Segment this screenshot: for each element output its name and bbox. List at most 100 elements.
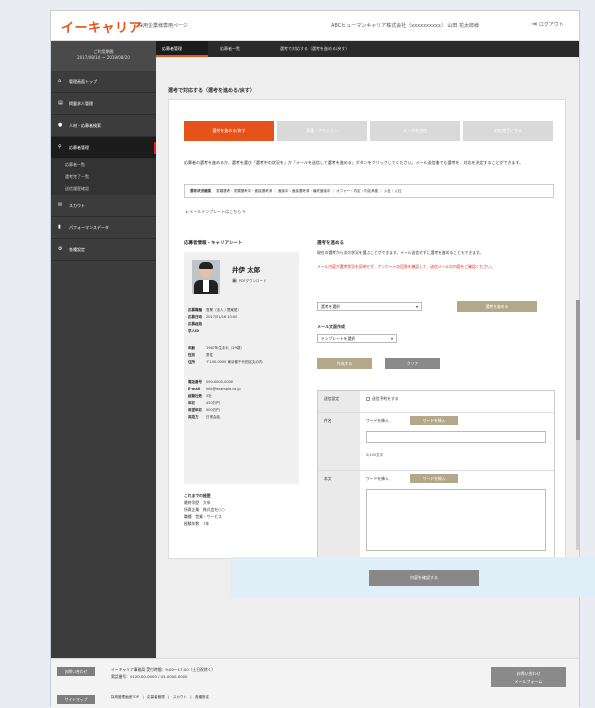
page-title: 選考で対応する（選考を進める/戻す） xyxy=(168,88,255,94)
filter-join[interactable]: 入社・入社 xyxy=(384,189,402,193)
career-row: 最終学歴 大卒 xyxy=(184,500,211,505)
applicant-profile: 応募者情報・キャリアシート 井伊 太郎 ▣ PDFダウンロード 応募職種 営業（法人… xyxy=(184,240,304,555)
contact-tag: お問い合わせ xyxy=(57,667,95,676)
contact-form-button[interactable]: お問い合わせ メールフォーム xyxy=(491,667,566,687)
sidebar-item-label: 各種設定 xyxy=(69,247,85,252)
avatar xyxy=(192,260,220,294)
profile-row: 住所 〒100-0000 東京都千代田区丸の内 xyxy=(188,360,296,365)
clear-button[interactable]: クリア xyxy=(385,358,440,369)
sidebar-item-performance[interactable]: ▮ パフォーマンスデータ xyxy=(51,217,156,239)
profile-row-value: 500万円 xyxy=(206,408,220,412)
sitemap-links[interactable]: 採用管理画面TOP | 応募者管理 | スカウト | 各種設定 xyxy=(111,695,209,700)
profile-row-key: 年収 xyxy=(188,401,195,405)
step-indicator: 選考を進める/戻す 再選・アクション メールを送信 対応完了にする xyxy=(184,121,554,141)
profile-row-key: 求人ID xyxy=(188,329,200,333)
sidebar-subitem-history[interactable]: 送信履歴確認 xyxy=(51,183,156,195)
home-icon: ⌂ xyxy=(58,78,62,84)
tab-selection[interactable]: 選考で対応する（選考を進める/戻す） xyxy=(274,41,404,57)
breadcrumb-tabs: 応募者管理 応募者一覧 選考で対応する（選考を進める/戻す） xyxy=(156,41,579,57)
tab-applicant-list[interactable]: 応募者一覧 xyxy=(214,41,266,57)
selection-form: 選考を進める 現在の選考から次の状況を選ぶことができます。メール送信せずに選考を… xyxy=(317,240,555,558)
sidebar-item-label: パフォーマンスデータ xyxy=(69,225,109,230)
step-action[interactable]: 再選・アクション xyxy=(277,121,367,141)
filter-interview[interactable]: 面接中・面接選考済・最終面接中 xyxy=(278,189,331,193)
profile-row-value: info@example.co.jp xyxy=(206,387,241,391)
site-subtitle: 採用企業様専用ページ xyxy=(138,23,188,29)
profile-row-value: 450万円 xyxy=(206,401,220,405)
form-row-label: 本文 xyxy=(318,471,360,557)
advance-stage-button[interactable]: 選考を進める xyxy=(457,301,537,312)
profile-row-value: 男性 xyxy=(206,353,213,357)
career-title: これまでの経歴 xyxy=(184,493,211,498)
sidebar-item-search[interactable]: ● 人材・応募者検索 xyxy=(51,115,156,137)
template-select-value: テンプレートを選択 xyxy=(321,336,356,341)
insert-word-button[interactable]: ワードを挿入 xyxy=(410,416,458,425)
profile-row: 応募経路 xyxy=(188,322,206,327)
step-send-mail[interactable]: メールを送信 xyxy=(370,121,460,141)
career-row: 経験年数 7年 xyxy=(184,521,210,526)
profile-row-key: 経験社数 xyxy=(188,394,202,398)
profile-row-value: 3社 xyxy=(206,394,212,398)
create-mail-button[interactable]: 作成する xyxy=(317,358,372,369)
form-title: 選考を進める xyxy=(317,241,344,246)
logout-link[interactable]: ⇥ ログアウト xyxy=(531,20,564,28)
schedule-checkbox[interactable]: 送信予約をする xyxy=(366,396,399,402)
sidebar-item-top[interactable]: ⌂ 管理画面トップ xyxy=(51,71,156,93)
profile-row-value: 090-0000-0000 xyxy=(206,380,234,384)
pdf-download-link[interactable]: ▣ PDFダウンロード xyxy=(232,278,267,284)
checkbox[interactable] xyxy=(366,397,370,401)
profile-row-key: 住所 xyxy=(188,360,195,364)
subject-input[interactable] xyxy=(366,431,546,443)
profile-row: 応募職種 営業（法人 / 提案型） xyxy=(188,308,241,313)
body-textarea[interactable] xyxy=(366,489,546,551)
insert-word-button[interactable]: ワードを挿入 xyxy=(410,474,458,483)
confirm-button[interactable]: 内容を確認する xyxy=(369,570,479,586)
top-bar: イーキャリア 採用企業様専用ページ ABCヒューマンキャリア株式会社（xxxxx… xyxy=(51,11,579,41)
sidebar-item-jobs[interactable]: ▤ 掲載求人管理 xyxy=(51,93,156,115)
profile-row-value: 日常会話 xyxy=(206,415,220,419)
profile-row: 経験社数 3社 xyxy=(188,394,212,399)
step-complete[interactable]: 対応完了にする xyxy=(463,121,553,141)
sidebar-item-settings[interactable]: ⚙ 各種設定 xyxy=(51,239,156,261)
person-icon: ⚲ xyxy=(58,144,62,150)
form-description: 現在の選考から次の状況を選ぶことができます。メール送信せずに選考を進めることもで… xyxy=(317,250,484,255)
contact-form-sublabel: メールフォーム xyxy=(514,679,543,684)
subject-word-label: ワードを挿入 xyxy=(366,418,389,423)
search-icon: ● xyxy=(58,122,63,128)
stage-select[interactable]: 選考を選択 ▾ xyxy=(317,302,422,311)
brand-logo[interactable]: イーキャリア xyxy=(61,17,142,36)
career-row: 所属企業 株式会社○○ xyxy=(184,507,225,512)
schedule-checkbox-label: 送信予約をする xyxy=(372,396,399,401)
sidebar-item-label: 管理画面トップ xyxy=(69,79,97,84)
sidebar-item-label: 応募者管理 xyxy=(69,145,89,150)
sidebar-subitem-completed[interactable]: 選考完了一覧 xyxy=(51,171,156,183)
sidebar-item-applicants[interactable]: ⚲ 応募者管理 xyxy=(51,137,162,159)
sidebar-subitem-list[interactable]: 応募者一覧 xyxy=(51,159,156,171)
mail-template-link[interactable]: ▸ メールテンプレートはこちら ✎ xyxy=(186,209,246,215)
form-scrollbar[interactable] xyxy=(576,300,580,550)
profile-row-key: E-mail xyxy=(188,387,201,391)
filter-offer[interactable]: オファー・内定・内定承諾 xyxy=(336,189,378,193)
sidebar-item-scout[interactable]: ✉ スカウト xyxy=(51,195,156,217)
logout-icon: ⇥ xyxy=(531,20,537,28)
profile-row-key: 応募経路 xyxy=(188,322,202,326)
profile-row: 求人ID xyxy=(188,329,206,334)
gear-icon: ⚙ xyxy=(58,246,63,252)
sitemap-tag: サイトマップ xyxy=(57,695,95,704)
profile-row-value: 2017/01/16 10:00 xyxy=(206,315,238,319)
profile-row: 年齢 1987年生まれ（29歳） xyxy=(188,346,244,351)
profile-row: 性別 男性 xyxy=(188,353,213,358)
scrollbar-thumb[interactable] xyxy=(576,300,580,440)
filter-docs[interactable]: 書類選考・書類選考中・面接選考済 xyxy=(216,189,272,193)
sidebar-item-label: 人材・応募者検索 xyxy=(69,123,101,128)
status-filter-bar: 選考状況確認 書類選考・書類選考中・面接選考済 ｜ 面接中・面接選考済・最終面接… xyxy=(184,184,554,198)
template-select[interactable]: テンプレートを選択 ▾ xyxy=(317,334,397,343)
profile-row-value: 1987年生まれ（29歳） xyxy=(206,346,244,350)
profile-row: 応募日時 2017/01/16 10:00 xyxy=(188,315,237,320)
contact-form-label: お問い合わせ xyxy=(516,671,541,676)
step-advance[interactable]: 選考を進める/戻す xyxy=(184,121,274,141)
tab-applicant-management[interactable]: 応募者管理 xyxy=(156,41,208,57)
form-row-label: 件名 xyxy=(318,413,360,470)
stage-select-value: 選考を選択 xyxy=(321,304,340,309)
chart-icon: ▮ xyxy=(58,224,61,230)
